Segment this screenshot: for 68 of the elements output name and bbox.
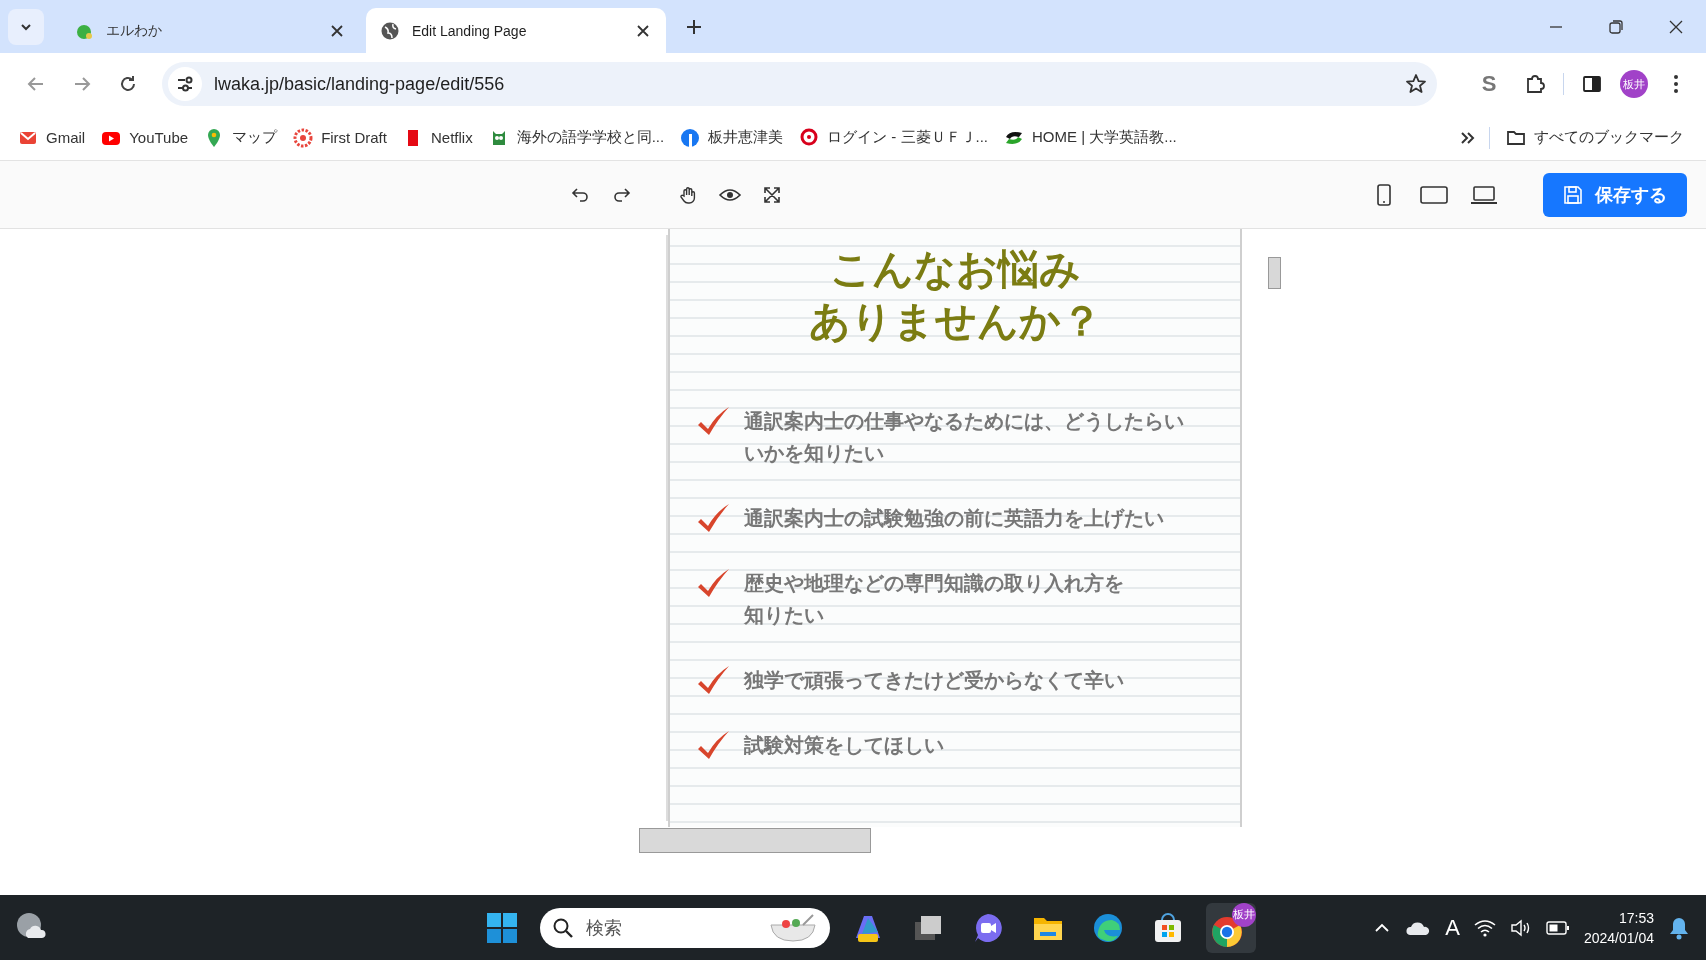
store-bag-icon[interactable] — [1152, 911, 1184, 944]
chevron-double-icon[interactable] — [1459, 129, 1475, 146]
scrollbar-thumb[interactable] — [1268, 257, 1281, 289]
sliders-icon — [176, 75, 194, 93]
flower-icon — [293, 127, 314, 148]
all-bookmarks-button[interactable]: すべてのブックマーク — [1504, 121, 1694, 154]
checkmark-icon — [696, 729, 730, 761]
phone-icon[interactable] — [1376, 183, 1392, 206]
plus-icon[interactable] — [685, 17, 703, 36]
tablet-icon[interactable] — [1420, 184, 1448, 205]
clock-date[interactable]: 2024/01/04 — [1583, 927, 1654, 948]
concern-text: 歴史や地理などの専門知識の取り入れ方を — [744, 570, 1124, 597]
input-method-indicator[interactable]: A — [1445, 914, 1460, 941]
checkmark-icon — [696, 664, 730, 696]
browser-tab[interactable]: Edit Landing Page — [366, 8, 666, 53]
hand-icon[interactable] — [678, 184, 698, 205]
globe-icon — [380, 20, 400, 41]
browser-swirl-icon[interactable] — [1092, 911, 1124, 944]
extension-button[interactable]: S — [1471, 71, 1507, 97]
speaker-icon[interactable] — [1509, 918, 1532, 937]
bell-icon[interactable] — [1668, 915, 1690, 940]
battery-icon[interactable] — [1545, 919, 1570, 936]
bookmark-item[interactable]: 板井恵津美 — [678, 121, 794, 154]
bookmark-item[interactable]: マップ — [202, 121, 288, 154]
browser-tab[interactable]: エルわか — [60, 8, 360, 53]
profile-badge: 板井 — [1232, 902, 1256, 927]
bookmark-item[interactable]: 海外の語学学校と同... — [486, 121, 675, 154]
url-text: lwaka.jp/basic/landing-page/edit/556 — [214, 73, 506, 95]
address-bar[interactable]: lwaka.jp/basic/landing-page/edit/556 — [162, 62, 1437, 106]
reload-icon[interactable] — [118, 74, 138, 94]
bookmark-item[interactable]: Netflix — [400, 121, 483, 154]
heading-line: ありませんか？ — [807, 296, 1103, 347]
puzzle-icon[interactable] — [1524, 73, 1546, 95]
site-settings-button[interactable] — [168, 67, 202, 101]
laptop-icon[interactable] — [1470, 184, 1498, 205]
bowl-icon — [768, 912, 818, 943]
heading-line: こんなお悩み — [828, 244, 1082, 295]
star-icon[interactable] — [1405, 73, 1427, 95]
search-icon — [552, 916, 574, 939]
taskbar-search-field[interactable]: 検索 — [540, 907, 830, 948]
bookmark-item[interactable]: HOME | 大学英語教... — [1002, 121, 1187, 154]
fullscreen-icon[interactable] — [762, 184, 782, 205]
bookmark-item[interactable]: YouTube — [99, 121, 199, 154]
circle-logo-icon — [680, 127, 701, 148]
ring-icon — [799, 127, 820, 148]
concern-text: 試験対策をしてほしい — [744, 732, 944, 759]
checkmark-icon — [696, 405, 730, 437]
concern-text: 通訳案内士の仕事やなるためには、どうしたらいいかを知りたい — [744, 408, 1185, 467]
side-panel-icon[interactable] — [1582, 74, 1602, 94]
save-button[interactable]: 保存する — [1543, 172, 1687, 217]
bookmark-item[interactable]: Gmail — [16, 121, 96, 154]
checkmark-icon — [696, 502, 730, 534]
windows-logo-icon[interactable] — [486, 911, 518, 944]
taskbar-app-button[interactable]: 板井 — [1206, 902, 1256, 953]
restore-icon[interactable] — [1608, 18, 1624, 35]
concern-text: 通訳案内士の試験勉強の前に英語力を上げたい — [744, 505, 1164, 532]
search-placeholder: 検索 — [586, 916, 623, 940]
wifi-icon[interactable] — [1473, 918, 1496, 937]
concern-text: 知りたい — [744, 602, 824, 629]
concern-text: 独学で頑張ってきたけど受からなくて辛い — [744, 667, 1124, 694]
close-icon[interactable] — [1668, 18, 1684, 35]
clock-time[interactable]: 17:53 — [1618, 907, 1654, 928]
checkmark-icon — [696, 567, 730, 599]
scrollbar-thumb[interactable] — [639, 828, 871, 853]
profile-avatar[interactable]: 板井 — [1620, 70, 1648, 98]
bookmark-item[interactable]: First Draft — [291, 121, 397, 154]
menu-icon[interactable] — [1673, 74, 1679, 94]
bookmark-item[interactable]: ログイン - 三菱ＵＦＪ... — [797, 121, 998, 154]
